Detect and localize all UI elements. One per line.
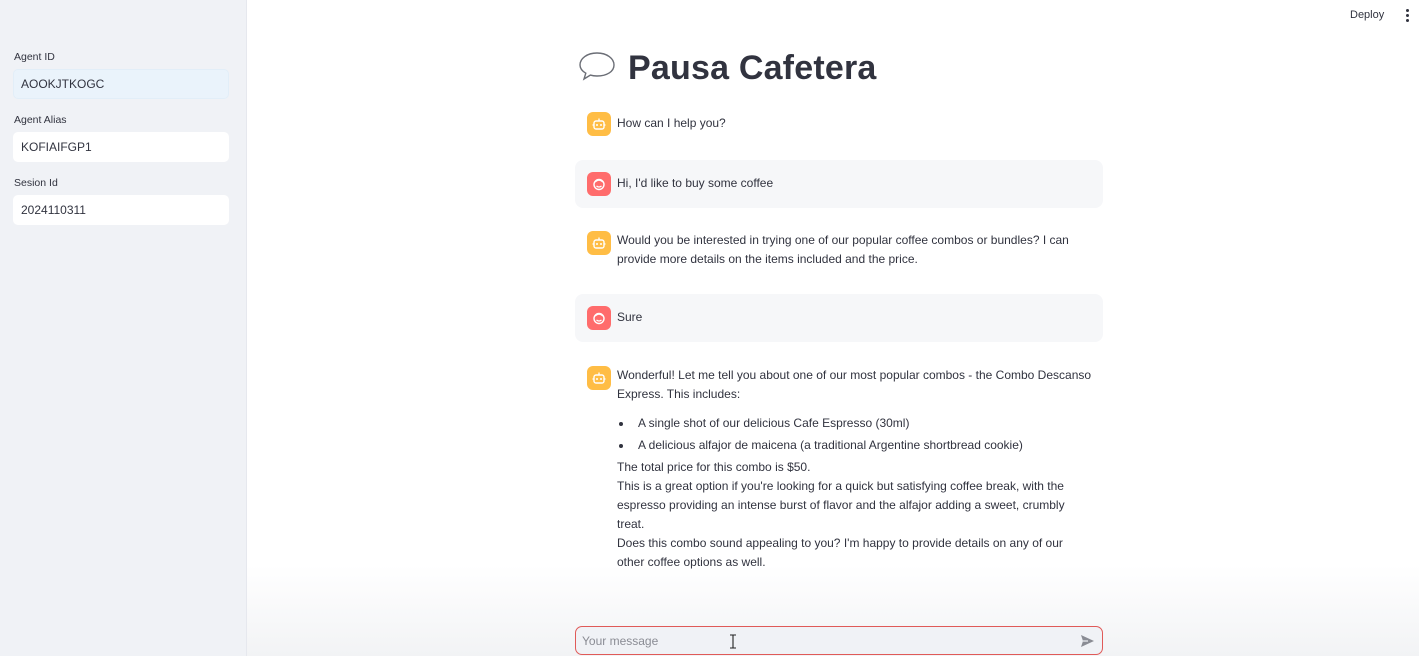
list-item: A single shot of our delicious Cafe Espr… <box>617 414 1093 433</box>
page-title-row: Pausa Cafetera <box>578 44 877 92</box>
chat-message-input[interactable] <box>582 627 1062 654</box>
message-paragraph: The total price for this combo is $50. <box>617 460 811 474</box>
chat-message-user: Hi, I'd like to buy some coffee <box>575 160 1103 208</box>
agent-id-label: Agent ID <box>14 51 55 63</box>
message-intro: Wonderful! Let me tell you about one of … <box>617 368 1092 401</box>
agent-alias-label: Agent Alias <box>14 114 67 126</box>
user-avatar-icon <box>587 172 611 196</box>
chat-message-assistant: How can I help you? <box>575 104 1103 144</box>
chat-input-container <box>575 626 1103 655</box>
message-text: How can I help you? <box>617 116 726 130</box>
send-arrow-icon[interactable] <box>1078 632 1096 650</box>
chat-message-assistant: Would you be interested in trying one of… <box>575 222 1103 278</box>
message-text: Sure <box>617 310 643 324</box>
deploy-button[interactable]: Deploy <box>1350 9 1384 21</box>
session-id-input[interactable] <box>13 195 229 225</box>
agent-alias-input[interactable] <box>13 132 229 162</box>
combo-items-list: A single shot of our delicious Cafe Espr… <box>617 414 1093 455</box>
chat-message-user: Sure <box>575 294 1103 342</box>
kebab-menu-icon[interactable] <box>1402 7 1412 23</box>
agent-id-input[interactable] <box>13 69 229 99</box>
sidebar: Agent ID Agent Alias Sesion Id <box>0 0 247 656</box>
bot-avatar-icon <box>587 112 611 136</box>
bot-avatar-icon <box>587 231 611 255</box>
message-text: Would you be interested in trying one of… <box>617 233 1069 266</box>
chat-message-assistant: Wonderful! Let me tell you about one of … <box>575 356 1103 596</box>
list-item: A delicious alfajor de maicena (a tradit… <box>617 436 1093 455</box>
page-title: Pausa Cafetera <box>628 48 877 87</box>
message-text: Hi, I'd like to buy some coffee <box>617 176 774 190</box>
session-id-label: Sesion Id <box>14 177 58 189</box>
speech-bubble-icon <box>578 50 616 87</box>
user-avatar-icon <box>587 306 611 330</box>
bot-avatar-icon <box>587 366 611 390</box>
text-cursor-icon <box>729 634 737 649</box>
message-content: Wonderful! Let me tell you about one of … <box>617 366 1093 572</box>
message-paragraph: This is a great option if you're looking… <box>617 479 1065 531</box>
